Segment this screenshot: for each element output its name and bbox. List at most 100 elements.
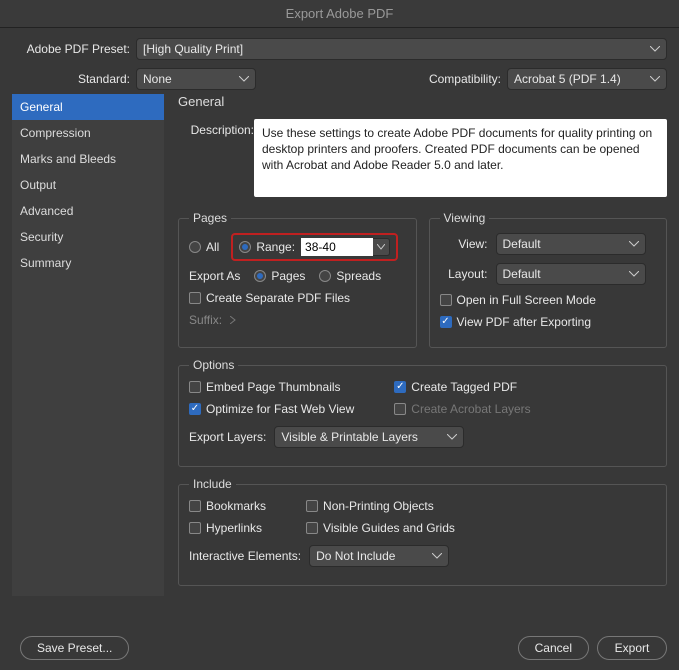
export-button[interactable]: Export <box>597 636 667 660</box>
save-preset-button[interactable]: Save Preset... <box>20 636 129 660</box>
checkbox-icon <box>189 292 201 304</box>
preset-label: Adobe PDF Preset: <box>12 42 130 56</box>
interactive-select[interactable]: Do Not Include <box>309 545 449 567</box>
export-as-label: Export As <box>189 269 240 283</box>
checkbox-icon <box>440 316 452 328</box>
separate-files-label: Create Separate PDF Files <box>206 291 350 305</box>
pages-opt-label: Pages <box>271 269 305 283</box>
checkbox-icon <box>394 381 406 393</box>
standard-value: None <box>143 72 172 86</box>
spreads-opt-label: Spreads <box>336 269 381 283</box>
sidebar-item-general[interactable]: General <box>12 94 164 120</box>
fullscreen-label: Open in Full Screen Mode <box>457 293 596 307</box>
range-dropdown[interactable] <box>373 238 390 256</box>
hyperlinks-checkbox[interactable]: Hyperlinks <box>189 521 266 535</box>
separate-files-checkbox[interactable]: Create Separate PDF Files <box>189 291 350 305</box>
checkbox-icon <box>306 500 318 512</box>
interactive-value: Do Not Include <box>316 549 395 563</box>
chevron-down-icon <box>432 553 442 559</box>
layout-value: Default <box>503 267 541 281</box>
layout-select[interactable]: Default <box>496 263 646 285</box>
checkbox-icon <box>189 403 201 415</box>
export-layers-label: Export Layers: <box>189 430 266 444</box>
options-legend: Options <box>189 358 238 372</box>
include-legend: Include <box>189 477 236 491</box>
chevron-down-icon <box>239 76 249 82</box>
layout-label: Layout: <box>440 267 488 281</box>
panel-heading: General <box>178 94 667 109</box>
pages-fieldset: Pages All Range: <box>178 211 417 348</box>
chevron-down-icon <box>447 434 457 440</box>
acrobat-layers-checkbox: Create Acrobat Layers <box>394 402 530 416</box>
all-label: All <box>206 240 219 254</box>
description-textarea[interactable]: Use these settings to create Adobe PDF d… <box>254 119 667 197</box>
export-layers-select[interactable]: Visible & Printable Layers <box>274 426 464 448</box>
range-label: Range: <box>256 240 295 254</box>
spreads-radio[interactable]: Spreads <box>319 269 381 283</box>
radio-icon <box>239 241 251 253</box>
sidebar: General Compression Marks and Bleeds Out… <box>12 94 164 596</box>
sidebar-item-compression[interactable]: Compression <box>12 120 164 146</box>
guides-label: Visible Guides and Grids <box>323 521 455 535</box>
view-select[interactable]: Default <box>496 233 646 255</box>
view-value: Default <box>503 237 541 251</box>
standard-label: Standard: <box>12 72 130 86</box>
tagged-label: Create Tagged PDF <box>411 380 517 394</box>
radio-icon <box>254 270 266 282</box>
caret-right-icon <box>230 316 236 324</box>
view-after-checkbox[interactable]: View PDF after Exporting <box>440 315 592 329</box>
viewing-fieldset: Viewing View: Default Layout: Default <box>429 211 668 348</box>
optimize-checkbox[interactable]: Optimize for Fast Web View <box>189 402 354 416</box>
tagged-checkbox[interactable]: Create Tagged PDF <box>394 380 530 394</box>
chevron-down-icon <box>650 76 660 82</box>
sidebar-item-summary[interactable]: Summary <box>12 250 164 276</box>
checkbox-icon <box>394 403 406 415</box>
suffix-label: Suffix: <box>189 313 222 327</box>
checkbox-icon <box>189 381 201 393</box>
interactive-label: Interactive Elements: <box>189 549 301 563</box>
checkbox-icon <box>189 500 201 512</box>
pages-legend: Pages <box>189 211 231 225</box>
bookmarks-checkbox[interactable]: Bookmarks <box>189 499 266 513</box>
nonprinting-label: Non-Printing Objects <box>323 499 434 513</box>
compatibility-value: Acrobat 5 (PDF 1.4) <box>514 72 621 86</box>
cancel-button[interactable]: Cancel <box>518 636 589 660</box>
range-radio[interactable]: Range: <box>239 240 295 254</box>
radio-icon <box>319 270 331 282</box>
viewing-legend: Viewing <box>440 211 490 225</box>
bookmarks-label: Bookmarks <box>206 499 266 513</box>
sidebar-item-advanced[interactable]: Advanced <box>12 198 164 224</box>
preset-select[interactable]: [High Quality Print] <box>136 38 667 60</box>
description-label: Description: <box>178 119 254 137</box>
fullscreen-checkbox[interactable]: Open in Full Screen Mode <box>440 293 596 307</box>
nonprinting-checkbox[interactable]: Non-Printing Objects <box>306 499 455 513</box>
thumbnails-checkbox[interactable]: Embed Page Thumbnails <box>189 380 354 394</box>
range-input[interactable] <box>301 238 373 256</box>
optimize-label: Optimize for Fast Web View <box>206 402 354 416</box>
export-layers-value: Visible & Printable Layers <box>281 430 418 444</box>
guides-checkbox[interactable]: Visible Guides and Grids <box>306 521 455 535</box>
sidebar-item-output[interactable]: Output <box>12 172 164 198</box>
view-label: View: <box>440 237 488 251</box>
compatibility-label: Compatibility: <box>429 72 501 86</box>
thumbnails-label: Embed Page Thumbnails <box>206 380 341 394</box>
include-fieldset: Include Bookmarks Hyperlinks Non-Pri <box>178 477 667 586</box>
sidebar-item-marks[interactable]: Marks and Bleeds <box>12 146 164 172</box>
checkbox-icon <box>189 522 201 534</box>
pages-radio[interactable]: Pages <box>254 269 305 283</box>
chevron-down-icon <box>629 241 639 247</box>
standard-select[interactable]: None <box>136 68 256 90</box>
checkbox-icon <box>306 522 318 534</box>
hyperlinks-label: Hyperlinks <box>206 521 262 535</box>
options-fieldset: Options Embed Page Thumbnails Optimize f… <box>178 358 667 467</box>
view-after-label: View PDF after Exporting <box>457 315 592 329</box>
all-radio[interactable]: All <box>189 240 219 254</box>
compatibility-select[interactable]: Acrobat 5 (PDF 1.4) <box>507 68 667 90</box>
preset-value: [High Quality Print] <box>143 42 243 56</box>
chevron-down-icon <box>377 244 385 250</box>
chevron-down-icon <box>629 271 639 277</box>
chevron-down-icon <box>650 46 660 52</box>
checkbox-icon <box>440 294 452 306</box>
sidebar-item-security[interactable]: Security <box>12 224 164 250</box>
acrobat-layers-label: Create Acrobat Layers <box>411 402 530 416</box>
